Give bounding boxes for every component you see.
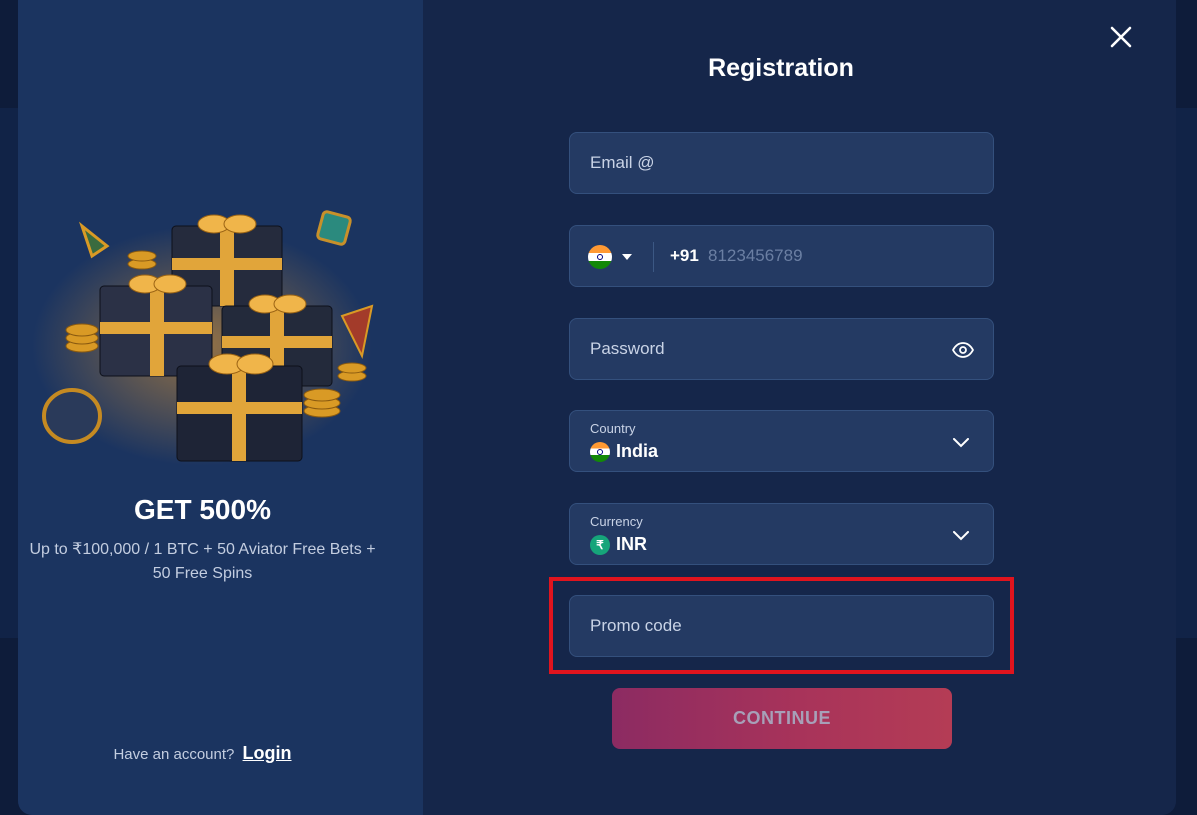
- currency-select[interactable]: Currency ₹ INR: [569, 503, 994, 565]
- promo-code-highlight: [549, 577, 1014, 674]
- phone-country-selector[interactable]: [588, 244, 632, 270]
- password-visibility-toggle[interactable]: [951, 338, 975, 362]
- chevron-down-icon: [951, 526, 971, 546]
- currency-label: Currency: [590, 514, 643, 529]
- password-field-container: [569, 318, 994, 380]
- login-link[interactable]: Login: [243, 743, 292, 763]
- country-select[interactable]: Country India: [569, 410, 994, 472]
- promo-headline: GET 500%: [134, 494, 271, 525]
- close-icon: [1110, 26, 1132, 48]
- currency-value: INR: [616, 534, 647, 554]
- phone-input[interactable]: [708, 226, 988, 286]
- login-row: Have an account? Login: [0, 743, 405, 764]
- country-label: Country: [590, 421, 636, 436]
- phone-field-container: +91: [569, 225, 994, 287]
- gift-boxes-illustration: [32, 210, 374, 466]
- india-flag-icon: [588, 245, 612, 269]
- eye-icon: [952, 342, 974, 358]
- rupee-icon: ₹: [590, 534, 610, 555]
- india-flag-icon: [590, 441, 610, 462]
- email-field-container: [569, 132, 994, 194]
- have-account-text: Have an account?: [113, 746, 235, 763]
- country-value: India: [616, 441, 659, 461]
- promo-subline: Up to ₹100,000 / 1 BTC + 50 Aviator Free…: [29, 541, 376, 582]
- password-input[interactable]: [570, 319, 993, 379]
- country-value-row: India: [590, 441, 658, 462]
- caret-down-icon: [622, 254, 632, 260]
- phone-country-code: +91: [670, 246, 699, 265]
- email-input[interactable]: [570, 133, 993, 193]
- continue-button[interactable]: CONTINUE: [612, 688, 952, 749]
- chevron-down-icon: [951, 433, 971, 453]
- phone-divider: [653, 242, 654, 272]
- close-button[interactable]: [1106, 22, 1136, 52]
- currency-value-row: ₹ INR: [590, 534, 647, 555]
- form-title: Registration: [708, 54, 854, 82]
